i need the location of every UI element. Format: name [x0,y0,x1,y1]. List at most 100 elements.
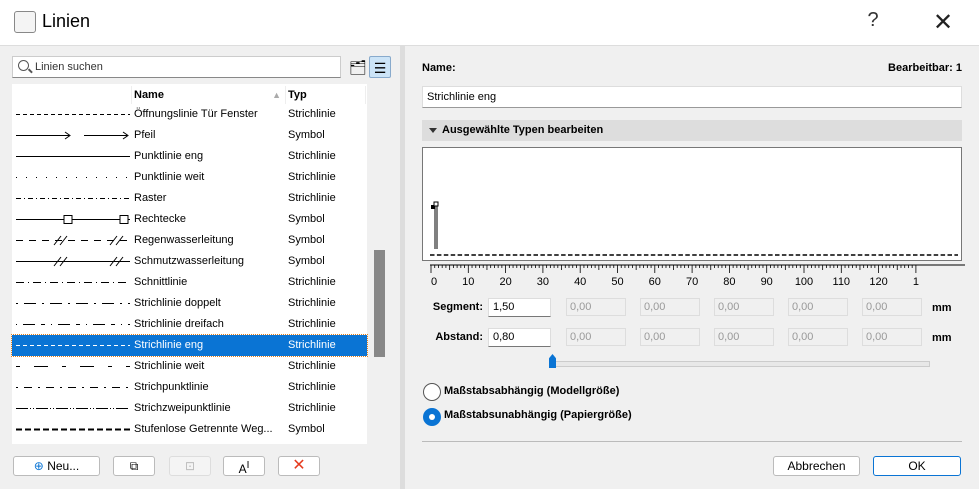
offset-slider[interactable] [552,361,930,367]
new-button-label: Neu... [47,459,80,473]
duplicate-icon: ⧉ [129,459,139,473]
line-name: Öffnungslinie Tür Fenster [134,108,258,120]
line-pattern-preview [16,282,130,283]
list-item[interactable]: Strichlinie weit Strichlinie [12,356,367,377]
ok-button[interactable]: OK [873,456,961,476]
line-name: Strichpunktlinie [134,381,209,393]
line-type: Strichlinie [288,297,336,309]
line-type: Strichlinie [288,360,336,372]
list-item[interactable]: Schnittlinie Strichlinie [12,272,367,293]
segment-field-2[interactable]: 0,00 [566,298,626,316]
gap-field-3[interactable]: 0,00 [640,328,700,346]
panel-splitter[interactable] [400,46,405,489]
list-item[interactable]: Punktlinie eng Strichlinie [12,146,367,167]
radio-model-size[interactable] [423,383,441,401]
search-icon [18,60,29,71]
list-item[interactable]: Raster Strichlinie [12,188,367,209]
ruler: 0 10 20 30 40 50 60 70 80 90 100 110 120 1 [430,264,965,288]
section-header-edit-types[interactable]: Ausgewählte Typen bearbeiten [422,120,962,141]
segment-field-5[interactable]: 0,00 [788,298,848,316]
list-item[interactable]: Strichpunktlinie Strichlinie [12,377,367,398]
line-name: Pfeil [134,129,156,141]
list-view-button[interactable]: ☰ [369,56,391,78]
search-input[interactable]: Linien suchen [12,56,341,78]
list-item[interactable]: Regenwasserleitung Symbol [12,230,367,251]
ruler-tick-label: 1 [913,276,919,288]
line-pattern-preview [16,408,130,409]
line-type: Symbol [288,234,325,246]
sort-asc-icon: ▲ [272,90,281,100]
line-type: Symbol [288,213,325,225]
list-item[interactable]: Strichlinie eng Strichlinie [11,334,368,357]
app-icon [14,11,36,33]
segment-field-6[interactable]: 0,00 [862,298,922,316]
editable-count: Bearbeitbar: 1 [888,62,962,74]
gap-field-6[interactable]: 0,00 [862,328,922,346]
radio-paper-size[interactable] [423,408,441,426]
name-label: Name: [422,62,456,74]
radio-paper-size-label: Maßstabsunabhängig (Papiergröße) [444,409,632,421]
list-item[interactable]: Strichlinie dreifach Strichlinie [12,314,367,335]
line-name: Schmutzwasserleitung [134,255,245,267]
ruler-tick-label: 60 [649,276,661,288]
rename-icon: AI [238,460,250,476]
search-placeholder: Linien suchen [35,61,103,73]
ruler-tick-label: 110 [833,276,851,288]
line-type: Symbol [288,129,325,141]
line-name: Punktlinie eng [134,150,204,162]
line-name: Schnittlinie [134,276,188,288]
gap-field-5[interactable]: 0,00 [788,328,848,346]
ruler-tick-label: 0 [431,276,437,288]
line-pattern-preview [16,177,130,178]
line-type: Strichlinie [288,381,336,393]
new-button[interactable]: ⊕ Neu... [13,456,100,476]
plus-circle-icon: ⊕ [33,459,44,473]
ruler-tick-label: 30 [537,276,549,288]
list-item[interactable]: Punktlinie weit Strichlinie [12,167,367,188]
import-button[interactable]: ⊡ [169,456,211,476]
list-item[interactable]: Strichlinie doppelt Strichlinie [12,293,367,314]
close-button[interactable]: ✕ [928,8,958,37]
ruler-tick-label: 100 [795,276,813,288]
line-name: Strichlinie weit [134,360,205,372]
line-name: Strichlinie dreifach [134,318,224,330]
help-button[interactable]: ? [860,9,886,32]
slider-thumb[interactable] [549,354,556,368]
list-item[interactable]: Pfeil Symbol [12,125,367,146]
column-preview [12,86,132,104]
ruler-tick-label: 50 [611,276,623,288]
column-type[interactable]: Typ [288,86,366,104]
list-item[interactable]: Öffnungslinie Tür Fenster Strichlinie [12,104,367,125]
line-type: Strichlinie [288,402,336,414]
line-pattern-preview [16,387,130,388]
title-bar [0,0,979,46]
scrollbar-thumb[interactable] [374,250,385,357]
line-type: Strichlinie [288,318,336,330]
segment-field-4[interactable]: 0,00 [714,298,774,316]
gap-field-1[interactable]: 0,80 [488,328,551,347]
segment-field-1[interactable]: 1,50 [488,298,551,317]
ruler-tick-label: 70 [686,276,698,288]
gap-field-2[interactable]: 0,00 [566,328,626,346]
folder-view-button[interactable]: 🗂 [347,56,369,78]
segment-unit: mm [932,302,952,314]
column-name[interactable]: Name ▲ [134,86,286,104]
duplicate-button[interactable]: ⧉ [113,456,155,476]
segment-field-3[interactable]: 0,00 [640,298,700,316]
line-pattern-preview [16,235,130,246]
cancel-button[interactable]: Abbrechen [773,456,860,476]
list-item[interactable]: Schmutzwasserleitung Symbol [12,251,367,272]
line-name: Regenwasserleitung [134,234,234,246]
gap-field-4[interactable]: 0,00 [714,328,774,346]
folder-add-icon: ⊡ [184,459,196,473]
list-item[interactable]: Strichzweipunktlinie Strichlinie [12,398,367,419]
line-preview[interactable] [422,147,962,261]
delete-button[interactable]: ✕ [278,456,320,476]
list-item[interactable]: Stufenlose Getrennte Weg... Symbol [12,419,367,440]
line-type: Strichlinie [288,192,336,204]
line-name: Raster [134,192,167,204]
rename-button[interactable]: AI [223,456,265,476]
name-field[interactable]: Strichlinie eng [422,86,962,108]
list-item[interactable]: Rechtecke Symbol [12,209,367,230]
line-type: Strichlinie [288,108,336,120]
